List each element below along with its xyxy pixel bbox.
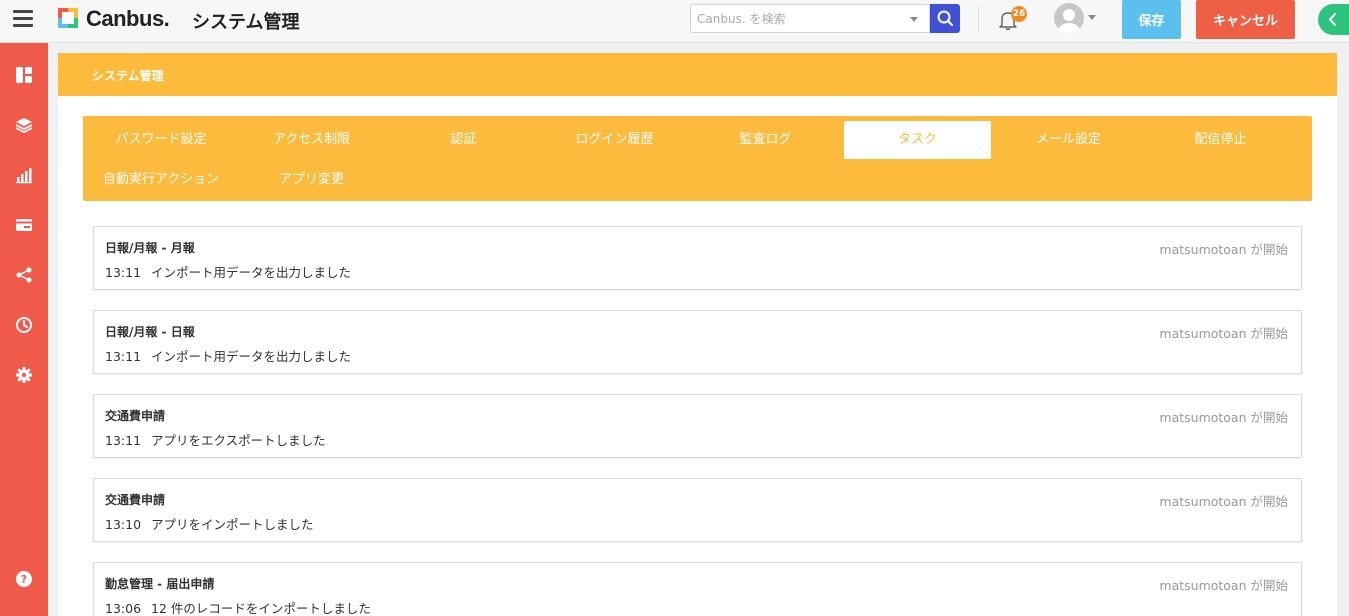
task-name: 交通費申請 [105, 409, 166, 423]
task-name: 勤怠管理 - 届出申請 [105, 577, 215, 591]
task-message: 12 件のレコードをインポートしました [151, 601, 371, 616]
task-time: 13:11 [105, 433, 142, 448]
main-panel: システム管理 パスワード設定 アクセス制限 認証 ログイン履歴 監査ログ タスク… [58, 53, 1337, 616]
sidebar-item-history[interactable] [0, 307, 48, 343]
brand-name: Canbus. [86, 6, 170, 31]
sidebar-item-cards[interactable] [0, 207, 48, 243]
svg-text:?: ? [21, 573, 27, 586]
task-time: 13:11 [105, 265, 142, 280]
history-icon [16, 317, 32, 333]
search-input[interactable] [691, 5, 901, 32]
settings-tabs: パスワード設定 アクセス制限 認証 ログイン履歴 監査ログ タスク メール設定 … [83, 116, 1312, 201]
tab-mail-settings[interactable]: メール設定 [995, 121, 1142, 159]
chevron-left-icon [1328, 13, 1336, 26]
task-started-by: matsumotoan が開始 [1159, 326, 1288, 341]
task-time: 13:11 [105, 349, 142, 364]
task-started-by: matsumotoan が開始 [1159, 242, 1288, 257]
gear-icon [16, 367, 32, 383]
task-message: インポート用データを出力しました [151, 265, 352, 280]
tab-tasks[interactable]: タスク [844, 121, 991, 159]
sidebar-item-integration[interactable] [0, 257, 48, 293]
sidebar-item-settings[interactable] [0, 357, 48, 393]
dashboard-icon [16, 67, 32, 83]
search-icon [937, 10, 954, 27]
notification-badge: 26 [1011, 6, 1027, 22]
task-detail: 13:10 アプリをインポートしました [105, 514, 314, 533]
search-box [690, 4, 930, 33]
section-title: システム管理 [92, 69, 164, 83]
tab-login-history[interactable]: ログイン履歴 [541, 121, 688, 159]
task-name: 日報/月報 - 月報 [105, 241, 195, 255]
task-started-by: matsumotoan が開始 [1159, 578, 1288, 593]
task-started-by: matsumotoan が開始 [1159, 410, 1288, 425]
tab-app-changes[interactable]: アプリ変更 [238, 161, 385, 199]
tab-unsubscribe[interactable]: 配信停止 [1147, 121, 1294, 159]
search-button[interactable] [930, 4, 960, 33]
menu-icon[interactable] [13, 10, 33, 27]
task-time: 13:06 [105, 601, 142, 616]
tab-password-settings[interactable]: パスワード設定 [91, 121, 231, 159]
task-item: 日報/月報 - 日報 13:11 インポート用データを出力しました matsumo… [93, 310, 1302, 374]
task-message: インポート用データを出力しました [151, 349, 352, 364]
card-icon [16, 219, 32, 231]
avatar[interactable] [1054, 3, 1084, 33]
task-detail: 13:06 12 件のレコードをインポートしました [105, 598, 371, 616]
share-icon [16, 267, 32, 283]
task-item: 日報/月報 - 月報 13:11 インポート用データを出力しました matsumo… [93, 226, 1302, 290]
top-bar: Canbus. システム管理 26 保存 キャンセル [0, 0, 1349, 43]
task-message: アプリをエクスポートしました [151, 433, 326, 448]
canbus-logo-icon [58, 8, 78, 28]
tab-access-restriction[interactable]: アクセス制限 [238, 121, 385, 159]
layers-icon [15, 118, 33, 134]
search-scope-dropdown-icon[interactable] [910, 17, 918, 22]
page-title: システム管理 [192, 12, 300, 33]
sidebar-item-reports[interactable] [0, 157, 48, 193]
save-button[interactable]: 保存 [1122, 0, 1181, 39]
task-started-by: matsumotoan が開始 [1159, 494, 1288, 509]
task-name: 日報/月報 - 日報 [105, 325, 195, 339]
task-message: アプリをインポートしました [151, 517, 314, 532]
user-icon [1058, 9, 1080, 33]
chevron-down-icon[interactable] [1088, 15, 1096, 20]
task-detail: 13:11 アプリをエクスポートしました [105, 430, 326, 449]
task-time: 13:10 [105, 517, 142, 532]
header-divider [978, 6, 979, 32]
task-name: 交通費申請 [105, 493, 166, 507]
sidebar-item-apps[interactable] [0, 107, 48, 143]
sidebar-item-dashboard[interactable] [0, 57, 48, 93]
collapse-panel-button[interactable] [1318, 4, 1349, 35]
task-item: 交通費申請 13:11 アプリをエクスポートしました matsumotoan が開… [93, 394, 1302, 458]
tab-auto-actions[interactable]: 自動実行アクション [91, 161, 231, 199]
section-header: システム管理 [58, 53, 1337, 96]
task-detail: 13:11 インポート用データを出力しました [105, 262, 351, 281]
task-item: 交通費申請 13:10 アプリをインポートしました matsumotoan が開始 [93, 478, 1302, 542]
sidebar-item-help[interactable]: ? [0, 561, 48, 597]
chart-icon [16, 168, 32, 184]
tab-audit-log[interactable]: 監査ログ [692, 121, 839, 159]
help-icon: ? [16, 571, 32, 587]
sidebar: ? [0, 43, 48, 616]
task-detail: 13:11 インポート用データを出力しました [105, 346, 351, 365]
cancel-button[interactable]: キャンセル [1196, 0, 1295, 39]
tab-authentication[interactable]: 認証 [390, 121, 537, 159]
task-item: 勤怠管理 - 届出申請 13:06 12 件のレコードをインポートしました mat… [93, 562, 1302, 616]
